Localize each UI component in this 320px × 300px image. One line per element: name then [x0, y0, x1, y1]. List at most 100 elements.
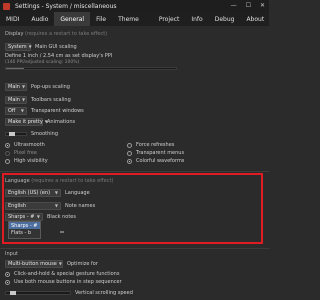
language-label: Language — [65, 189, 90, 196]
app-icon — [3, 2, 10, 10]
option-pixel-free[interactable]: Pixel free — [5, 149, 127, 157]
option-label: Click-and-hold & special gesture functio… — [14, 271, 120, 277]
chevron-down-icon: ▼ — [21, 84, 26, 89]
mouse-mode-select[interactable]: Multi-button mouse ▼ — [5, 259, 63, 268]
chevron-down-icon: ▼ — [36, 214, 40, 219]
radio-icon — [5, 279, 10, 285]
tab-general[interactable]: General — [54, 12, 91, 26]
tab-debug[interactable]: Debug — [209, 12, 241, 26]
tab-midi[interactable]: MIDI — [0, 12, 25, 26]
tab-file[interactable]: File — [90, 12, 112, 26]
chevron-down-icon: ▼ — [21, 97, 26, 102]
language-row: English (US) (en) ▼ Language — [5, 188, 264, 197]
animations-value: Make it pretty — [8, 118, 43, 125]
smoothing-row: Smoothing — [5, 129, 264, 138]
option-both-buttons[interactable]: Use both mouse buttons in step sequencer — [5, 278, 264, 286]
scroll-speed-row: Vertical scrolling speed — [5, 288, 264, 297]
option-colorful-waveforms[interactable]: Colorful waveforms — [127, 157, 184, 165]
maximize-icon[interactable]: ☐ — [246, 2, 251, 9]
radio-icon — [5, 150, 10, 156]
inch-text: Define 1 inch / 2.54 cm as set display's… — [5, 53, 113, 59]
transparent-value: Off — [8, 107, 16, 114]
option-force-refreshes[interactable]: Force refreshes — [127, 141, 184, 149]
option-high-visibility[interactable]: High visibility — [5, 157, 127, 165]
option-label: High visibility — [14, 158, 48, 164]
gui-scaling-select[interactable]: System ▼ — [5, 42, 32, 51]
title-bar: Settings - System / miscellaneous — ☐ ✕ — [0, 0, 269, 12]
scroll-speed-thumb[interactable] — [10, 290, 16, 295]
popup-scaling-label: Pop-ups scaling — [31, 83, 70, 90]
black-notes-value: Sharps - # — [8, 213, 35, 220]
popup-scaling-value: Main — [8, 83, 20, 90]
input-options: Click-and-hold & special gesture functio… — [5, 270, 264, 286]
display-section: Display (requires a restart to take effe… — [5, 31, 264, 37]
toolbar-scaling-label: Toolbars scaling — [31, 96, 71, 103]
radio-icon — [127, 158, 132, 164]
smoothing-thumb[interactable] — [9, 131, 15, 136]
transparent-label: Transparent windows — [31, 107, 84, 114]
gui-scaling-value: System — [8, 43, 27, 50]
tab-bar: MIDI Audio General File Theme Project In… — [0, 12, 269, 26]
radio-icon — [5, 271, 10, 277]
note-names-select[interactable]: English ▼ — [5, 201, 61, 210]
option-transparent-menus[interactable]: Transparent menus — [127, 149, 184, 157]
close-icon[interactable]: ✕ — [260, 2, 265, 9]
smoothing-slider[interactable] — [5, 131, 27, 136]
ppi-bar-fill — [6, 68, 24, 69]
minimize-icon[interactable]: — — [231, 2, 237, 9]
transparent-select[interactable]: Off ▼ — [5, 106, 27, 115]
chevron-down-icon: ▼ — [20, 108, 24, 113]
gui-scaling-label: Main GUI scaling — [35, 43, 77, 50]
popup-scaling-select[interactable]: Main ▼ — [5, 82, 27, 91]
language-title: Language — [5, 178, 30, 184]
window-controls: — ☐ ✕ — [231, 2, 265, 9]
tab-theme[interactable]: Theme — [112, 12, 145, 26]
tab-project[interactable]: Project — [153, 12, 186, 26]
animations-row: Make it pretty ▼ Animations — [5, 117, 264, 126]
mouse-mode-value: Multi-button mouse — [8, 260, 57, 267]
toolbar-scaling-select[interactable]: Main ▼ — [5, 95, 27, 104]
note-names-label: Note names — [65, 202, 96, 209]
black-notes-dropdown[interactable]: Sharps - # Flats - b — [8, 221, 41, 239]
language-select[interactable]: English (US) (en) ▼ — [5, 188, 61, 197]
animations-select[interactable]: Make it pretty ▼ — [5, 117, 48, 126]
ppi-bar[interactable] — [5, 67, 177, 70]
language-section-title: Language (requires a restart to take eff… — [5, 178, 264, 184]
radio-icon — [5, 142, 10, 148]
input-section: Input — [5, 251, 264, 257]
option-label: Pixel free — [14, 150, 38, 156]
tab-info[interactable]: Info — [185, 12, 208, 26]
chevron-down-icon: ▼ — [58, 261, 62, 266]
scroll-speed-label: Vertical scrolling speed — [75, 289, 133, 296]
display-hint: (requires a restart to take effect) — [25, 31, 108, 37]
transparent-row: Off ▼ Transparent windows — [5, 106, 264, 115]
mouse-mode-label: Optimize for — [67, 260, 98, 267]
option-ultrasmooth[interactable]: Ultrasmooth — [5, 141, 127, 149]
language-value: English (US) (en) — [8, 189, 51, 196]
toolbar-scaling-row: Main ▼ Toolbars scaling — [5, 95, 264, 104]
dropdown-option-sharps[interactable]: Sharps - # — [9, 222, 40, 229]
radio-icon — [127, 150, 132, 156]
section-divider — [0, 248, 269, 249]
gui-scaling-row: System ▼ Main GUI scaling — [5, 42, 264, 51]
mouse-mode-row: Multi-button mouse ▼ Optimize for — [5, 259, 264, 268]
black-notes-select[interactable]: Sharps - # ▼ — [5, 212, 43, 221]
dropdown-option-flats[interactable]: Flats - b — [9, 229, 40, 236]
radio-icon — [5, 158, 10, 164]
chevron-down-icon: ▼ — [28, 44, 32, 49]
animations-label: Animations — [47, 118, 76, 125]
scroll-speed-slider[interactable] — [5, 290, 71, 295]
option-label: Force refreshes — [136, 142, 175, 148]
black-notes-row: Sharps - # ▼ Black notes — [5, 212, 264, 221]
inch-text-row: Define 1 inch / 2.54 cm as set display's… — [5, 53, 264, 70]
popup-scaling-row: Main ▼ Pop-ups scaling — [5, 82, 264, 91]
mini-scroll-handle[interactable] — [60, 231, 64, 233]
option-label: Transparent menus — [136, 150, 185, 156]
tab-audio[interactable]: Audio — [25, 12, 54, 26]
option-label: Ultrasmooth — [14, 142, 45, 148]
language-hint: (requires a restart to take effect) — [31, 178, 114, 184]
display-options: Ultrasmooth Pixel free High visibility F… — [5, 141, 264, 165]
tab-about[interactable]: About — [240, 12, 270, 26]
chevron-down-icon: ▼ — [54, 190, 58, 195]
option-click-hold[interactable]: Click-and-hold & special gesture functio… — [5, 270, 264, 278]
